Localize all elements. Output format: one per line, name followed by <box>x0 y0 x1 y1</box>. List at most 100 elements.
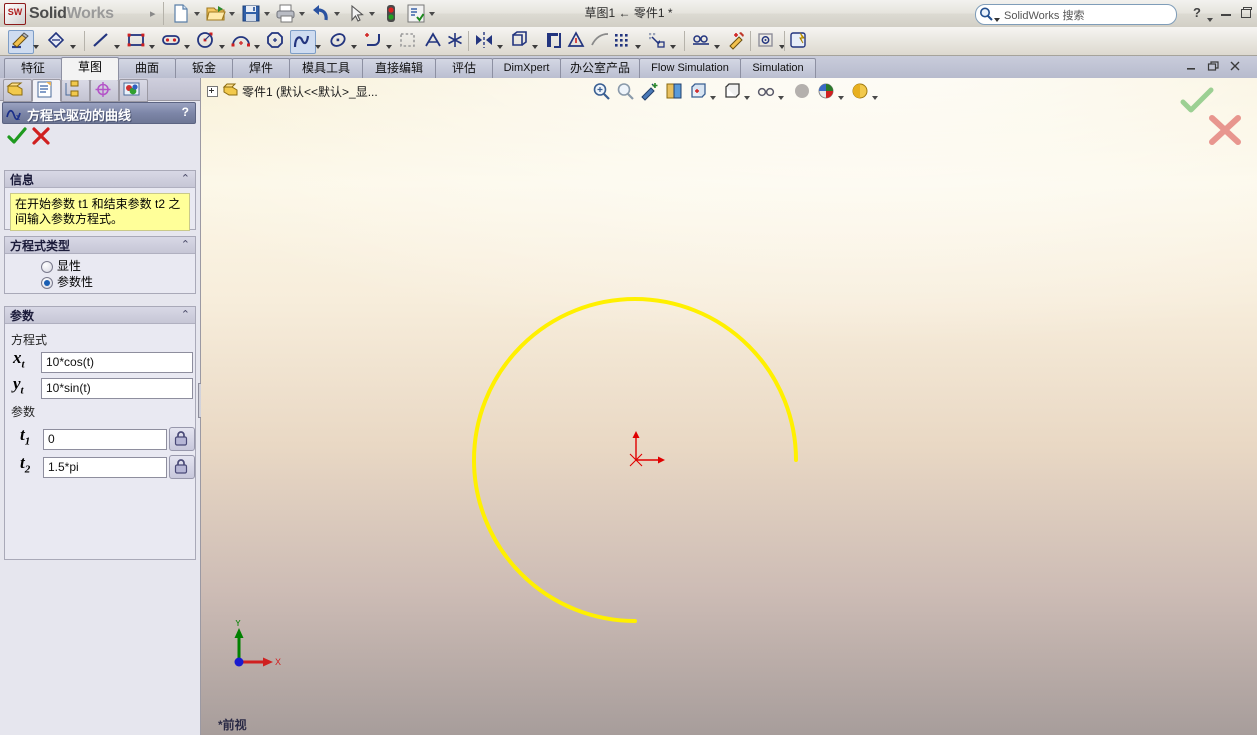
t2-lock-button[interactable] <box>169 455 195 479</box>
view-settings-dropdown[interactable] <box>872 89 880 97</box>
breadcrumb[interactable]: 零件1 (默认<<默认>_显... <box>207 82 378 100</box>
sketch-button[interactable] <box>8 30 34 54</box>
help-dropdown-icon[interactable] <box>1207 11 1213 25</box>
panel-help-button[interactable]: ? <box>182 105 189 119</box>
display-style-button[interactable] <box>721 81 745 103</box>
doc-minimize-button[interactable] <box>1185 60 1199 74</box>
tab-sketch[interactable]: 草图 <box>61 57 119 80</box>
options-dropdown[interactable] <box>427 10 436 18</box>
dimxpert-manager-tab[interactable] <box>90 79 119 102</box>
rectangle-tool-dropdown[interactable] <box>149 38 157 46</box>
radio-parametric[interactable] <box>41 277 53 289</box>
mirror-entities-button[interactable] <box>473 30 497 52</box>
smart-dimension-button[interactable] <box>45 30 69 52</box>
zoom-to-fit-button[interactable] <box>591 81 615 103</box>
y-equation-input[interactable]: 10*sin(t) <box>41 378 193 399</box>
open-document-dropdown[interactable] <box>227 10 236 18</box>
spline-tool-dropdown[interactable] <box>315 38 323 46</box>
repair-sketch-button[interactable] <box>690 30 714 52</box>
arc-tool-button[interactable] <box>230 30 254 52</box>
confirm-cancel-button[interactable] <box>1207 114 1243 146</box>
chevron-up-icon[interactable]: ⌃ <box>181 172 190 185</box>
spline-tool-button[interactable] <box>290 30 316 54</box>
display-manager-tab[interactable] <box>119 79 148 102</box>
feature-manager-tab[interactable] <box>3 79 32 102</box>
display-delete-relations-button[interactable] <box>755 30 779 52</box>
doc-close-button[interactable] <box>1229 60 1243 74</box>
convert-entities-button[interactable] <box>508 30 532 52</box>
select-dropdown[interactable] <box>367 10 376 18</box>
window-minimize-button[interactable] <box>1221 6 1232 18</box>
circle-tool-dropdown[interactable] <box>219 38 227 46</box>
tab-surfaces[interactable]: 曲面 <box>118 58 176 79</box>
tab-mold-tools[interactable]: 模具工具 <box>289 58 363 79</box>
tab-dimxpert[interactable]: DimXpert <box>492 58 561 79</box>
t1-lock-button[interactable] <box>169 427 195 451</box>
view-settings-button[interactable] <box>849 81 873 103</box>
linear-pattern-button[interactable] <box>611 30 635 52</box>
edit-appearance-button[interactable] <box>791 81 815 103</box>
linear-pattern-dropdown[interactable] <box>635 38 643 46</box>
tab-features[interactable]: 特征 <box>4 58 62 79</box>
sketch-fillet-dropdown[interactable] <box>386 38 394 46</box>
trim-entities-button[interactable] <box>397 30 421 52</box>
ellipse-tool-dropdown[interactable] <box>351 38 359 46</box>
mirror-entities-dropdown[interactable] <box>497 38 505 46</box>
view-orientation-dropdown[interactable] <box>710 89 718 97</box>
rebuild-button[interactable] <box>380 3 402 24</box>
apply-scene-dropdown[interactable] <box>838 89 846 97</box>
help-button[interactable]: ? <box>1193 5 1201 20</box>
new-document-button[interactable] <box>170 3 192 24</box>
rapid-sketch-button[interactable] <box>788 30 812 52</box>
tab-direct-editing[interactable]: 直接编辑 <box>362 58 436 79</box>
slot-tool-dropdown[interactable] <box>184 38 192 46</box>
display-delete-relations-dropdown[interactable] <box>779 38 787 46</box>
chevron-up-icon[interactable]: ⌃ <box>181 238 190 251</box>
previous-view-button[interactable] <box>639 81 663 103</box>
radio-explicit-row[interactable]: 显性 <box>5 258 195 274</box>
zoom-to-area-button[interactable] <box>615 81 639 103</box>
plus-box-icon[interactable] <box>207 85 218 97</box>
move-entities-button[interactable] <box>646 30 670 52</box>
search-dropdown-icon[interactable] <box>994 11 1000 25</box>
tab-office-products[interactable]: 办公室产品 <box>560 58 640 79</box>
repair-sketch-dropdown[interactable] <box>714 38 722 46</box>
hide-show-items-dropdown[interactable] <box>778 89 786 97</box>
slot-tool-button[interactable] <box>160 30 184 52</box>
tab-weldments[interactable]: 焊件 <box>232 58 290 79</box>
tab-simulation[interactable]: Simulation <box>740 58 816 79</box>
t2-input[interactable]: 1.5*pi <box>43 457 167 478</box>
tab-flow-simulation[interactable]: Flow Simulation <box>639 58 741 79</box>
x-equation-input[interactable]: 10*cos(t) <box>41 352 193 373</box>
rectangle-tool-button[interactable] <box>125 30 149 52</box>
t1-input[interactable]: 0 <box>43 429 167 450</box>
line-tool-button[interactable] <box>90 30 114 52</box>
window-restore-button[interactable] <box>1239 6 1252 18</box>
save-document-button[interactable] <box>240 3 262 24</box>
view-orientation-button[interactable] <box>687 81 711 103</box>
apply-scene-button[interactable] <box>815 81 839 103</box>
print-document-button[interactable] <box>275 3 297 24</box>
circle-tool-button[interactable] <box>195 30 219 52</box>
property-manager-tab[interactable] <box>32 79 61 102</box>
select-button[interactable] <box>345 3 367 24</box>
convert-entities-dropdown[interactable] <box>532 38 540 46</box>
offset-entities-button[interactable] <box>543 30 567 52</box>
display-style-dropdown[interactable] <box>744 89 752 97</box>
section-view-button[interactable] <box>663 81 687 103</box>
parameters-group-header[interactable]: 参数 ⌃ <box>5 307 195 324</box>
tab-sheet-metal[interactable]: 钣金 <box>175 58 233 79</box>
options-button[interactable] <box>405 3 427 24</box>
move-entities-dropdown[interactable] <box>670 38 678 46</box>
doc-restore-button[interactable] <box>1207 60 1221 74</box>
search-input[interactable]: SolidWorks 搜索 <box>975 4 1177 25</box>
tab-evaluate[interactable]: 评估 <box>435 58 493 79</box>
radio-parametric-row[interactable]: 参数性 <box>5 274 195 290</box>
sketch-dropdown[interactable] <box>33 38 41 46</box>
chevron-up-icon[interactable]: ⌃ <box>181 308 190 321</box>
open-document-button[interactable] <box>205 3 227 24</box>
configuration-manager-tab[interactable] <box>61 79 90 102</box>
confirm-ok-button[interactable] <box>1179 86 1215 116</box>
menu-expand-arrow[interactable]: ▸ <box>150 7 156 20</box>
undo-button[interactable] <box>310 3 332 24</box>
